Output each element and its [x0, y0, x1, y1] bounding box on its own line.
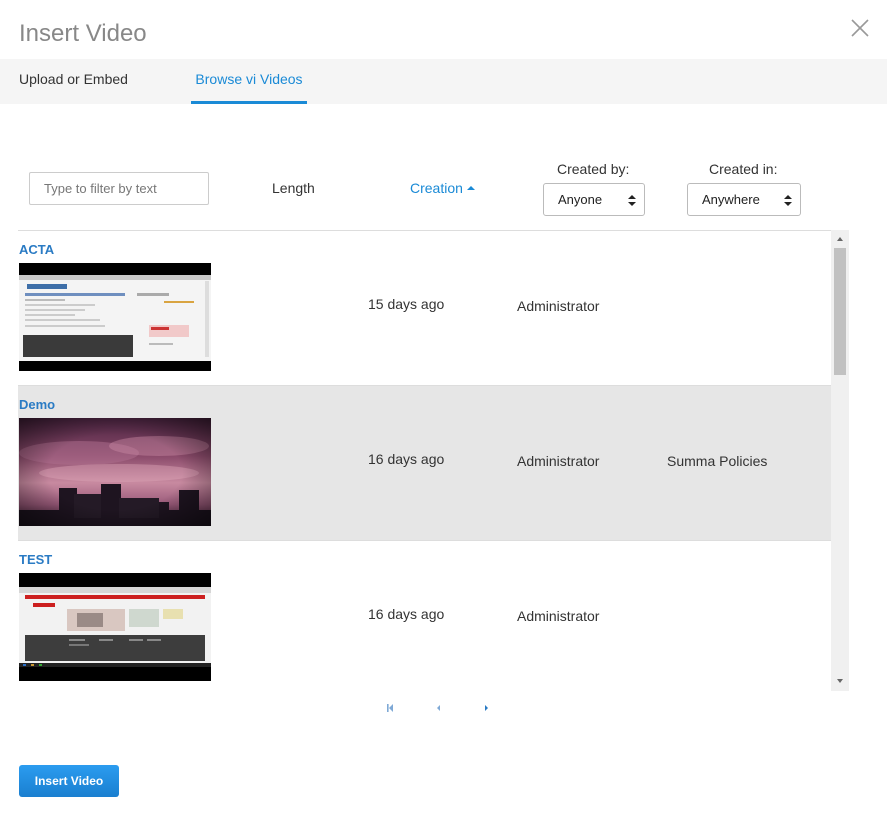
- video-age: 15 days ago: [368, 296, 445, 312]
- video-location: Summa Policies: [667, 453, 768, 469]
- close-icon: [851, 19, 869, 37]
- created-in-label: Created in:: [709, 161, 778, 177]
- filter-text-input[interactable]: [29, 172, 209, 205]
- creation-sort-label: Creation: [410, 180, 463, 196]
- list-scrollbar[interactable]: [831, 230, 849, 691]
- previous-page-button[interactable]: [430, 700, 446, 716]
- video-title[interactable]: Demo: [19, 397, 55, 412]
- length-column-header[interactable]: Length: [272, 180, 315, 196]
- video-age: 16 days ago: [368, 451, 445, 467]
- scroll-thumb[interactable]: [834, 248, 846, 375]
- video-row[interactable]: ACTA 15 days ago Administrator: [18, 231, 832, 386]
- next-page-button[interactable]: [478, 700, 494, 716]
- video-title[interactable]: TEST: [19, 552, 52, 567]
- video-thumbnail[interactable]: [19, 418, 211, 526]
- select-arrows-icon: [784, 195, 792, 206]
- tab-browse-videos[interactable]: Browse vi Videos: [191, 59, 307, 104]
- video-creator: Administrator: [517, 453, 600, 469]
- tab-upload-or-embed[interactable]: Upload or Embed: [19, 59, 128, 104]
- select-arrows-icon: [628, 195, 636, 206]
- created-by-label: Created by:: [557, 161, 630, 177]
- insert-video-button[interactable]: Insert Video: [19, 765, 119, 797]
- video-thumbnail[interactable]: [19, 263, 211, 371]
- created-by-select[interactable]: Anyone: [543, 183, 645, 216]
- video-row[interactable]: Demo 16 days ago Administrator Summa Pol…: [18, 386, 832, 541]
- first-page-button[interactable]: [382, 700, 398, 716]
- scroll-down-button[interactable]: [831, 674, 849, 688]
- video-title[interactable]: ACTA: [19, 242, 54, 257]
- video-age: 16 days ago: [368, 606, 445, 622]
- scroll-down-icon: [837, 679, 843, 683]
- sort-ascending-icon: [466, 186, 475, 190]
- first-page-icon: [387, 704, 393, 712]
- close-button[interactable]: [848, 16, 872, 40]
- dialog-title: Insert Video: [19, 20, 147, 47]
- tab-bar: Upload or Embed Browse vi Videos: [0, 59, 887, 104]
- scroll-up-icon: [837, 237, 843, 241]
- created-by-value: Anyone: [558, 192, 603, 207]
- creation-sort-header[interactable]: Creation: [410, 180, 475, 196]
- scroll-up-button[interactable]: [831, 232, 849, 246]
- created-in-value: Anywhere: [702, 192, 760, 207]
- previous-page-icon: [437, 705, 440, 711]
- video-row[interactable]: TEST 16 days ago Administrator: [18, 541, 832, 691]
- video-list: ACTA 15 days ago Administrator Demo 16 d…: [18, 230, 849, 691]
- video-thumbnail[interactable]: [19, 573, 211, 681]
- created-in-select[interactable]: Anywhere: [687, 183, 801, 216]
- next-page-icon: [485, 705, 488, 711]
- video-creator: Administrator: [517, 298, 600, 314]
- video-creator: Administrator: [517, 608, 600, 624]
